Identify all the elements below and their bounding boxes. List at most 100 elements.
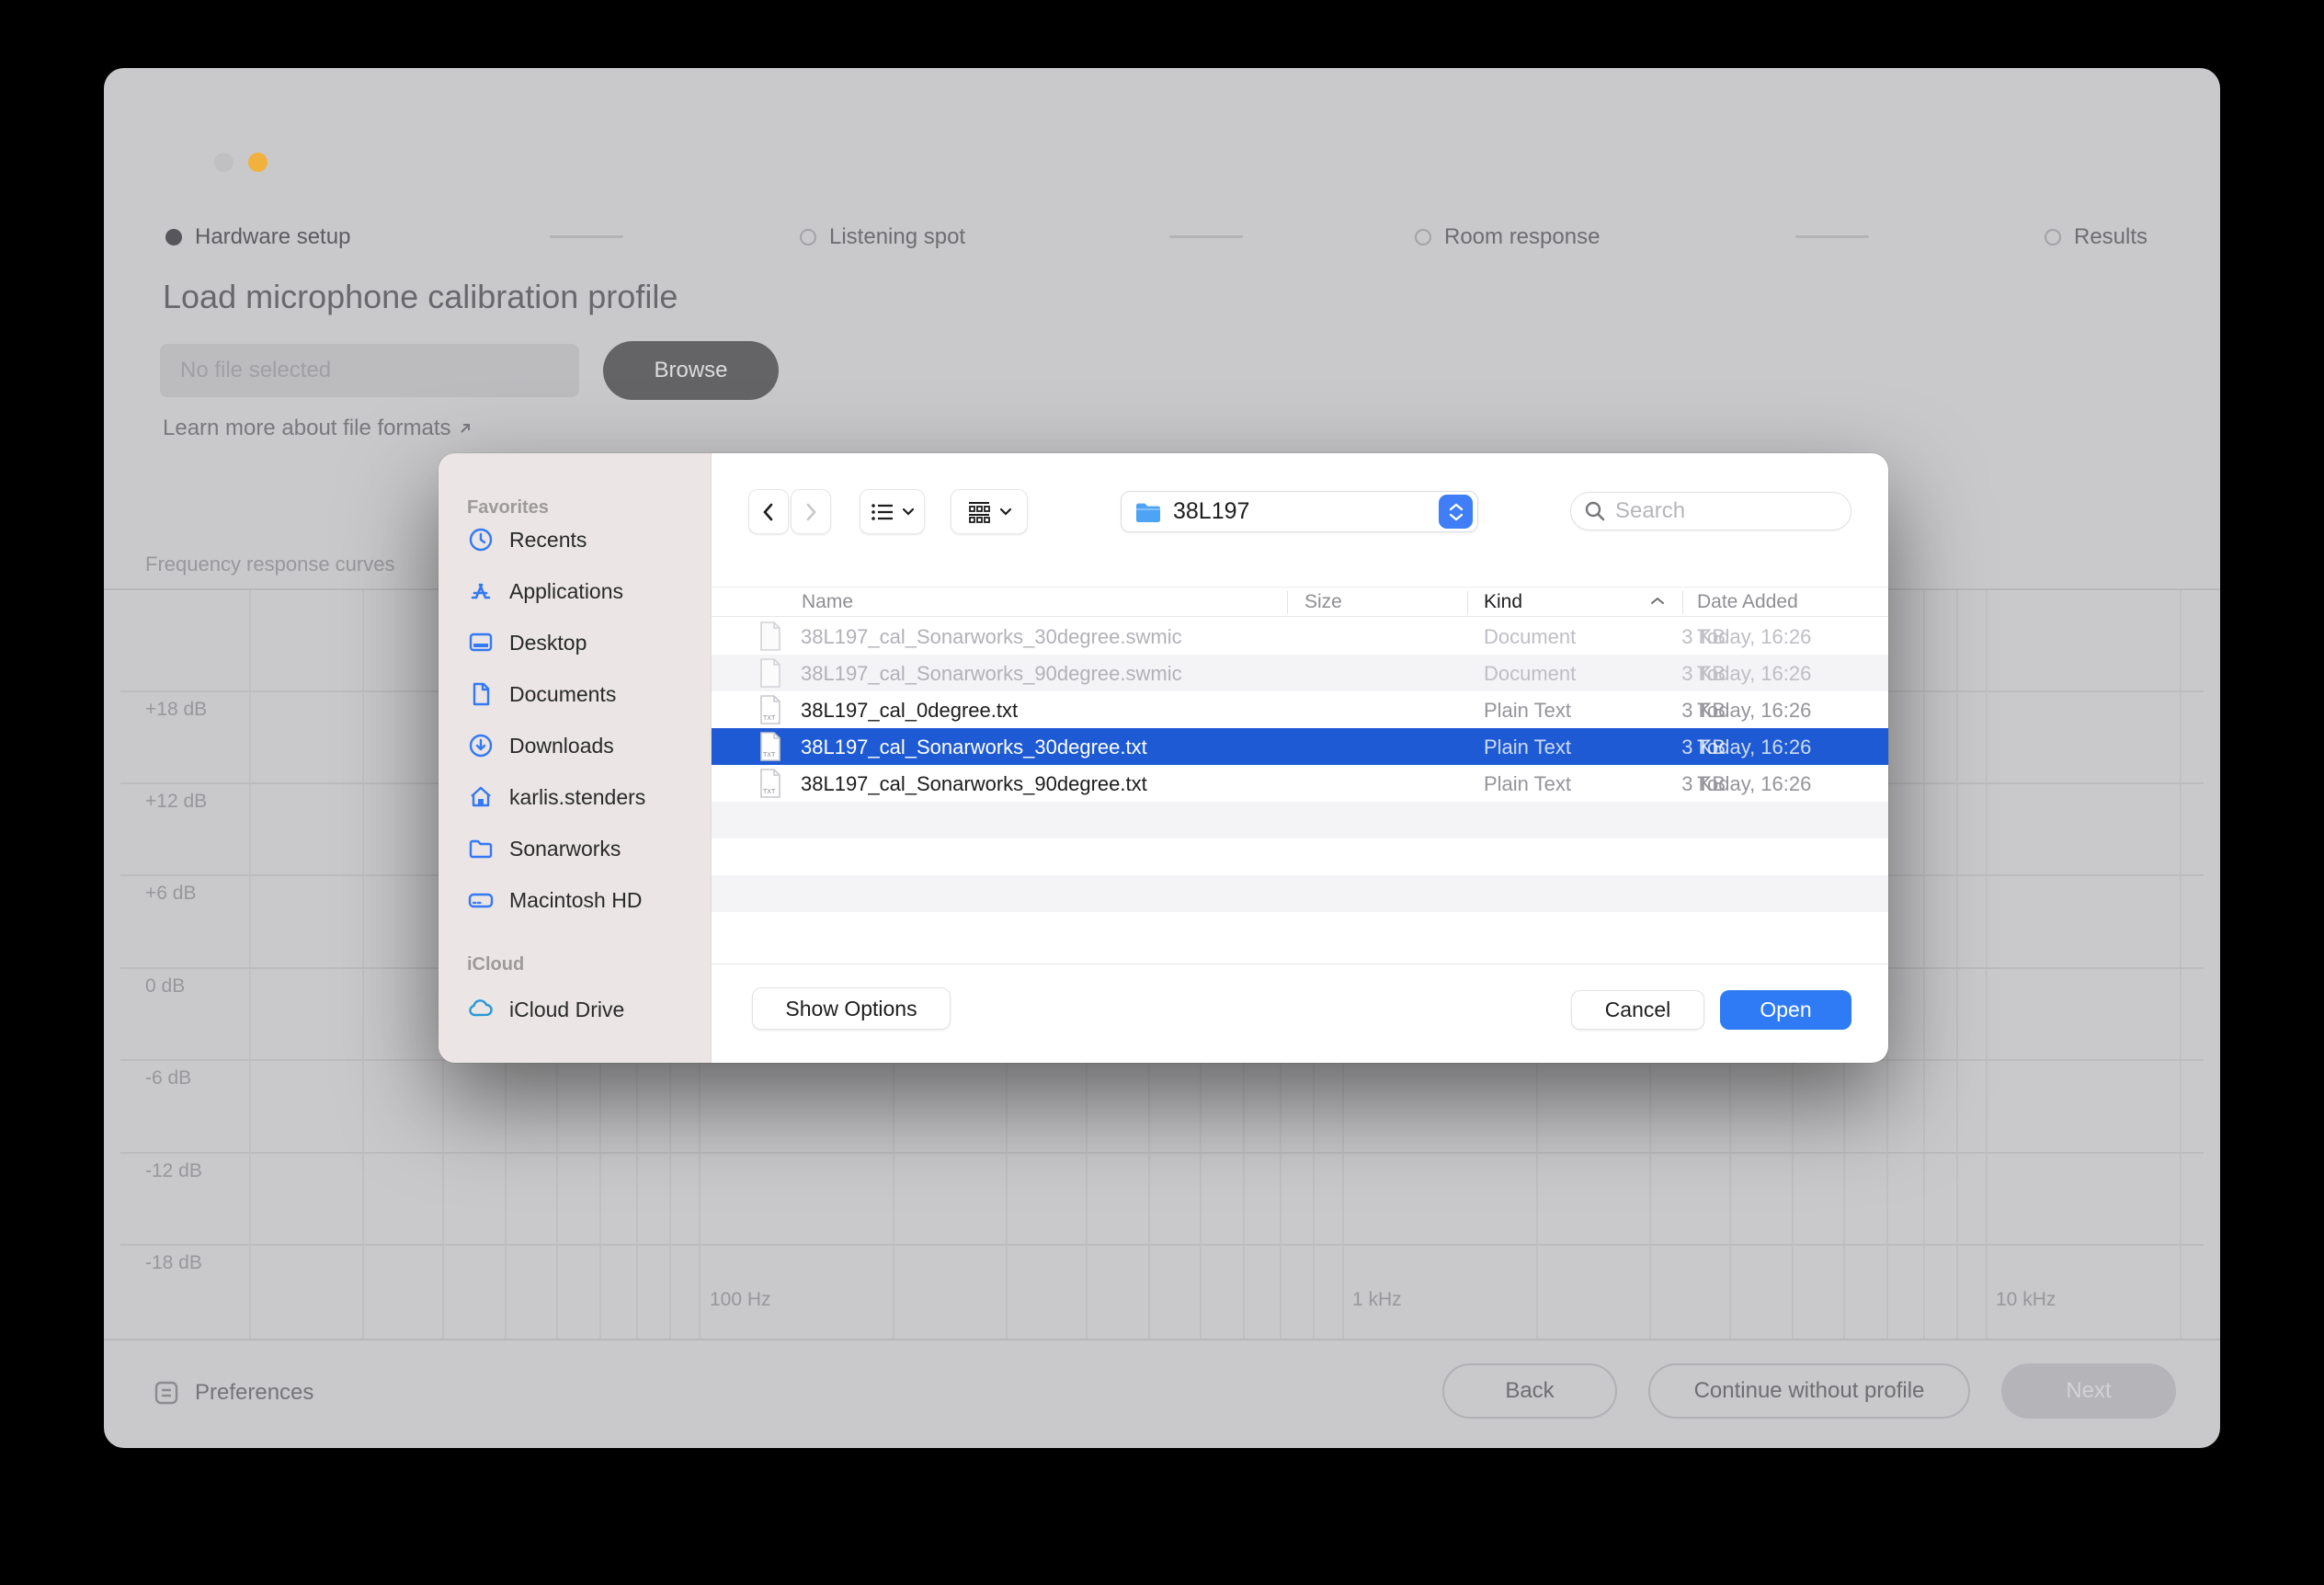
search-input[interactable] (1615, 498, 1900, 524)
sidebar-item-home[interactable]: karlis.stenders (457, 777, 696, 817)
step-label: Hardware setup (195, 224, 350, 250)
text-file-icon: TXT (758, 695, 782, 724)
back-nav-button[interactable] (748, 489, 789, 534)
show-options-button[interactable]: Show Options (752, 987, 951, 1030)
text-file-icon: TXT (758, 769, 782, 798)
sidebar-item-label: Documents (509, 682, 616, 707)
search-icon (1584, 500, 1606, 522)
list-view-button[interactable] (860, 489, 925, 534)
home-icon (467, 783, 495, 811)
sidebar-item-label: Recents (509, 528, 587, 553)
column-header-date-added[interactable]: Date Added (1697, 591, 1798, 613)
column-header-kind[interactable]: Kind (1484, 591, 1522, 613)
document-file-icon (758, 621, 782, 651)
sidebar-item-label: Sonarworks (509, 837, 621, 861)
calibration-file-field[interactable]: No file selected (160, 344, 579, 397)
step-listening-spot: Listening spot (800, 221, 965, 254)
y-tick-label: +6 dB (145, 883, 196, 905)
step-dot-pending (800, 229, 816, 245)
sidebar-item-label: iCloud Drive (509, 998, 624, 1022)
current-folder-select[interactable]: 38L197 (1121, 491, 1478, 532)
svg-text:TXT: TXT (763, 789, 776, 795)
app-footer: Preferences Back Continue without profil… (104, 1340, 2220, 1448)
file-row[interactable]: 38L197_cal_Sonarworks_90degree.swmic 3 K… (712, 655, 1888, 691)
step-dot-pending (2045, 229, 2061, 245)
current-folder-label: 38L197 (1173, 498, 1428, 525)
sidebar-item-documents[interactable]: Documents (457, 674, 696, 714)
document-file-icon (758, 658, 782, 688)
sidebar-item-label: Applications (509, 579, 623, 604)
sidebar-item-icloud-drive[interactable]: iCloud Drive (457, 989, 696, 1030)
x-tick-label: 1 kHz (1352, 1289, 1402, 1311)
step-hardware-setup: Hardware setup (165, 221, 350, 254)
dialog-content: 38L197 Name Size Kind Date Added (712, 453, 1888, 1063)
preferences-button[interactable]: Preferences (154, 1380, 313, 1406)
desktop-icon (467, 629, 495, 656)
appstore-icon (467, 577, 495, 605)
harddrive-icon (467, 886, 495, 914)
chart-title: Frequency response curves (145, 553, 394, 576)
sidebar-item-sonarworks[interactable]: Sonarworks (457, 828, 696, 869)
svg-text:TXT: TXT (763, 715, 776, 722)
continue-without-profile-button[interactable]: Continue without profile (1648, 1363, 1970, 1419)
step-connector (550, 235, 623, 238)
open-button[interactable]: Open (1720, 990, 1851, 1030)
file-row-selected[interactable]: TXT 38L197_cal_Sonarworks_30degree.txt 3… (712, 728, 1888, 765)
minimize-window-button[interactable] (248, 153, 268, 172)
folder-icon (1134, 500, 1162, 524)
preferences-icon (154, 1380, 178, 1406)
step-label: Listening spot (829, 224, 965, 250)
dialog-sidebar: Favorites Recents Applications Desktop D… (439, 453, 712, 1063)
y-tick-label: +18 dB (145, 699, 207, 721)
download-icon (467, 732, 495, 759)
chevron-down-icon (902, 507, 915, 517)
file-row[interactable]: 38L197_cal_Sonarworks_30degree.swmic 3 K… (712, 618, 1888, 655)
file-row[interactable]: TXT 38L197_cal_0degree.txt 3 KB Plain Te… (712, 691, 1888, 728)
y-tick-label: +12 dB (145, 791, 207, 813)
sidebar-item-label: karlis.stenders (509, 785, 645, 810)
back-button[interactable]: Back (1442, 1363, 1617, 1419)
chevron-down-icon (999, 507, 1012, 517)
document-icon (467, 680, 495, 708)
forward-nav-button[interactable] (791, 489, 831, 534)
browse-button[interactable]: Browse (603, 341, 779, 400)
sidebar-section-header: iCloud (467, 954, 524, 975)
column-header-row: Name Size Kind Date Added (712, 587, 1888, 617)
dialog-footer: Show Options Cancel Open (712, 964, 1888, 1063)
sidebar-item-label: Downloads (509, 734, 614, 758)
file-row[interactable]: TXT 38L197_cal_Sonarworks_90degree.txt 3… (712, 765, 1888, 802)
y-tick-label: -6 dB (145, 1067, 191, 1089)
sidebar-item-applications[interactable]: Applications (457, 571, 696, 611)
folder-select-stepper[interactable] (1439, 495, 1473, 529)
cancel-button[interactable]: Cancel (1571, 990, 1704, 1030)
sidebar-item-recents[interactable]: Recents (457, 519, 696, 560)
sort-ascending-icon (1650, 596, 1665, 606)
step-label: Room response (1444, 224, 1600, 250)
svg-text:TXT: TXT (763, 752, 776, 758)
y-tick-label: -12 dB (145, 1160, 202, 1182)
sidebar-item-desktop[interactable]: Desktop (457, 622, 696, 663)
x-tick-label: 10 kHz (1996, 1289, 2056, 1311)
column-header-size[interactable]: Size (1304, 591, 1342, 613)
x-tick-label: 100 Hz (710, 1289, 771, 1311)
sidebar-item-macintosh-hd[interactable]: Macintosh HD (457, 880, 696, 920)
group-view-button[interactable] (951, 489, 1028, 534)
clock-icon (467, 526, 495, 553)
sidebar-section-header: Favorites (467, 497, 549, 519)
sidebar-item-downloads[interactable]: Downloads (457, 725, 696, 766)
file-open-dialog: Favorites Recents Applications Desktop D… (439, 453, 1888, 1063)
close-window-button[interactable] (214, 153, 234, 172)
sidebar-item-label: Macintosh HD (509, 888, 642, 913)
column-header-name[interactable]: Name (802, 591, 853, 613)
cloud-icon (467, 996, 495, 1023)
step-connector (1169, 235, 1243, 238)
step-room-response: Room response (1415, 221, 1600, 254)
step-connector (1795, 235, 1869, 238)
sidebar-item-label: Desktop (509, 631, 587, 656)
search-field[interactable] (1570, 492, 1851, 530)
learn-more-link[interactable]: Learn more about file formats (163, 416, 475, 441)
file-list: 38L197_cal_Sonarworks_30degree.swmic 3 K… (712, 618, 1888, 964)
folder-icon (467, 835, 495, 862)
step-results: Results (2045, 221, 2147, 254)
next-button[interactable]: Next (2001, 1363, 2176, 1419)
